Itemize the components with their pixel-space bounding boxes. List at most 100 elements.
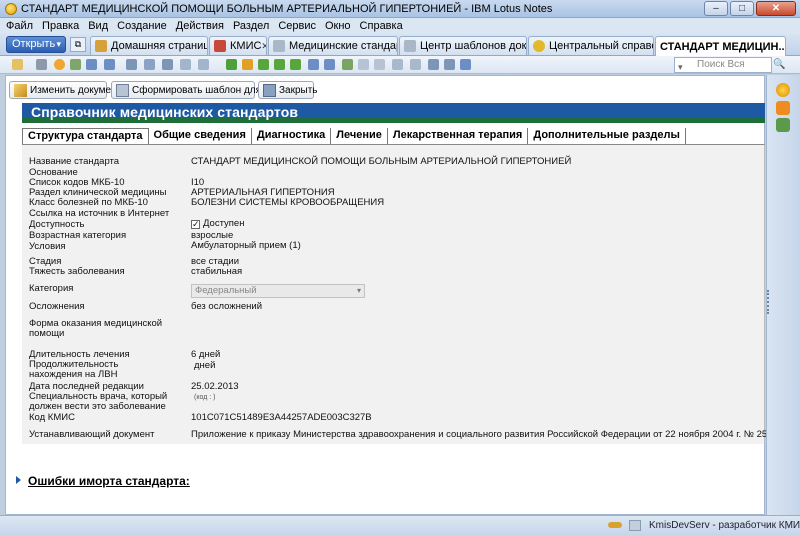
sametime-icon[interactable]	[776, 83, 790, 97]
bookmark-icon[interactable]	[126, 59, 137, 70]
tab-label: Медицинские стандарт...	[289, 40, 397, 52]
tab-label: СТАНДАРТ МЕДИЦИН...	[660, 40, 786, 53]
tab-general[interactable]: Общие сведения	[149, 128, 252, 144]
window-controls: – □ ✕	[704, 1, 796, 16]
plus-icon[interactable]	[358, 59, 369, 70]
arrow-up-icon[interactable]	[290, 59, 301, 70]
resize-grip-icon[interactable]: ⋰	[784, 520, 794, 531]
window-title: СТАНДАРТ МЕДИЦИНСКОЙ ПОМОЩИ БОЛЬНЫМ АРТЕ…	[21, 2, 553, 15]
severity-value: стабильная	[191, 266, 243, 277]
maximize-button[interactable]: □	[730, 1, 754, 16]
minus-icon[interactable]	[374, 59, 385, 70]
availability-label: Доступность	[29, 219, 85, 230]
search-scope-icon[interactable]: ▾	[678, 60, 683, 74]
expand-icon[interactable]	[392, 59, 403, 70]
search-input[interactable]: ▾ Поиск Вся почта	[674, 57, 772, 84]
switch-window-button[interactable]: ⧉	[70, 37, 86, 52]
close-document-button[interactable]: Закрыть	[258, 81, 318, 99]
open-button[interactable]: Открыть ▾	[6, 36, 66, 53]
table-icon[interactable]	[342, 59, 353, 70]
star-icon[interactable]	[54, 59, 65, 70]
link-icon[interactable]	[86, 59, 97, 70]
expand-arrow-icon	[16, 476, 21, 484]
specialty-value: (код : )	[194, 394, 216, 401]
arrow-down-icon[interactable]	[258, 59, 269, 70]
tab-template-center[interactable]: Центр шаблонов доку... ✕	[399, 36, 527, 55]
right-sidebar	[766, 75, 800, 515]
import-errors-title: Ошибки иморта стандарта:	[28, 474, 190, 488]
tab-label: КМИС	[230, 40, 262, 52]
tab-additional[interactable]: Дополнительные разделы	[528, 128, 686, 144]
tab-current-standard[interactable]: СТАНДАРТ МЕДИЦИН... ✕	[655, 36, 786, 56]
category-select[interactable]: Федеральный ▾	[191, 284, 365, 298]
generate-template-button[interactable]: Сформировать шаблон для ЛН	[111, 81, 278, 99]
edit-document-button[interactable]: Изменить документ	[9, 81, 121, 99]
copy-icon[interactable]	[144, 59, 155, 70]
menu-edit[interactable]: Правка	[42, 20, 79, 32]
tab-structure[interactable]: Структура стандарта	[22, 128, 149, 144]
menu-section[interactable]: Раздел	[233, 20, 269, 32]
availability-value: ✓ Доступен	[191, 219, 244, 229]
door-icon	[263, 83, 276, 97]
menu-view[interactable]: Вид	[88, 20, 108, 32]
document-icon	[273, 40, 285, 52]
minimize-button[interactable]: –	[704, 1, 728, 16]
feeds-icon[interactable]	[776, 101, 790, 115]
key-icon[interactable]	[608, 522, 622, 528]
name-value: СТАНДАРТ МЕДИЦИНСКОЙ ПОМОЩИ БОЛЬНЫМ АРТЕ…	[191, 156, 572, 167]
tab-diagnostics[interactable]: Диагностика	[252, 128, 332, 144]
arrow-down-icon[interactable]	[274, 59, 285, 70]
tab-drug-therapy[interactable]: Лекарственная терапия	[388, 128, 529, 144]
menu-actions[interactable]: Действия	[176, 20, 224, 32]
tab-central-directory[interactable]: Центральный справоч... ✕	[528, 36, 654, 55]
network-icon[interactable]	[629, 520, 641, 531]
availability-checkbox[interactable]: ✓	[191, 220, 200, 229]
binoculars-icon[interactable]	[444, 59, 455, 70]
complications-label: Осложнения	[29, 301, 85, 312]
arrow-down-icon[interactable]	[226, 59, 237, 70]
database-icon	[214, 40, 226, 52]
attach-icon[interactable]	[198, 59, 209, 70]
refresh-icon[interactable]	[460, 59, 471, 70]
link-icon[interactable]	[70, 59, 81, 70]
internet-link-label: Ссылка на источник в Интернет	[29, 208, 170, 219]
tab-label: Центральный справоч...	[549, 40, 653, 52]
specialty-label-line2: должен вести это заболевание	[29, 401, 166, 412]
new-icon[interactable]	[12, 59, 23, 70]
form-panel: Название стандарта СТАНДАРТ МЕДИЦИНСКОЙ …	[22, 144, 772, 444]
link-icon[interactable]	[324, 59, 335, 70]
close-window-button[interactable]: ✕	[756, 1, 796, 16]
menu-file[interactable]: Файл	[6, 20, 33, 32]
import-errors-section[interactable]: Ошибки иморта стандарта:	[16, 474, 190, 488]
collapse-icon[interactable]	[410, 59, 421, 70]
tab-treatment[interactable]: Лечение	[331, 128, 388, 144]
server-status[interactable]: KmisDevServ - разработчик КМИС	[649, 520, 800, 531]
availability-text: Доступен	[203, 218, 245, 229]
link-icon[interactable]	[104, 59, 115, 70]
complications-value: без осложнений	[191, 301, 263, 312]
category-value: Федеральный	[195, 285, 257, 296]
tab-kmis[interactable]: КМИС ✕	[209, 36, 267, 55]
edit-icon[interactable]	[180, 59, 191, 70]
binoculars-icon[interactable]	[428, 59, 439, 70]
menu-help[interactable]: Справка	[360, 20, 403, 32]
last-edit-date-value: 25.02.2013	[191, 381, 239, 392]
paste-icon[interactable]	[162, 59, 173, 70]
calendar-icon[interactable]	[776, 118, 790, 132]
kmis-code-label: Код КМИС	[29, 412, 75, 423]
menu-create[interactable]: Создание	[117, 20, 167, 32]
sidebar-splitter[interactable]	[767, 290, 771, 314]
close-icon[interactable]: ✕	[261, 41, 266, 52]
print-icon[interactable]	[36, 59, 47, 70]
search-icon[interactable]: 🔍	[773, 59, 785, 70]
menu-tools[interactable]: Сервис	[278, 20, 316, 32]
tab-medical-standards[interactable]: Медицинские стандарт... ✕	[268, 36, 398, 55]
arrow-up-icon[interactable]	[242, 59, 253, 70]
severity-label: Тяжесть заболевания	[29, 266, 125, 277]
tab-home[interactable]: Домашняя страница ✕	[90, 36, 208, 55]
kmis-code-value: 101C071C51489E3A44257ADE003C327B	[191, 412, 372, 423]
disease-class-label: Класс болезней по МКБ-10	[29, 197, 148, 208]
link-icon[interactable]	[308, 59, 319, 70]
menu-window[interactable]: Окно	[325, 20, 351, 32]
window-tab-bar: Открыть ▾ ⧉ Домашняя страница ✕ КМИС ✕ М…	[0, 34, 800, 56]
